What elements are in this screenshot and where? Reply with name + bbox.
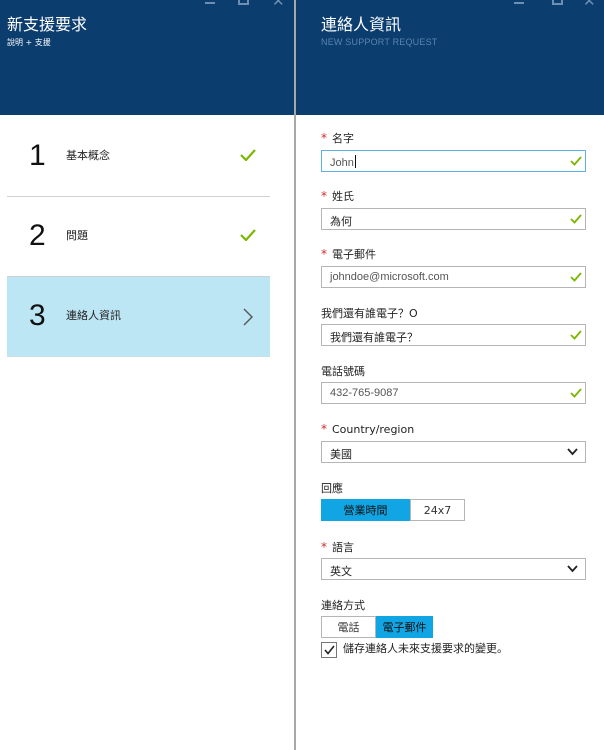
required-marker: * — [321, 247, 327, 261]
phone-label: 電話號碼 — [321, 365, 365, 378]
phone-value: 432-765-9087 — [330, 387, 399, 399]
maximize-icon[interactable] — [238, 0, 249, 5]
right-blade-title: 連絡人資訊 — [321, 15, 402, 34]
chevron-down-icon — [567, 565, 578, 573]
response-toggle: 營業時間 24x7 — [321, 499, 465, 521]
country-label: * Country/region — [321, 422, 415, 436]
required-marker: * — [321, 540, 327, 554]
step-contact-info[interactable]: 3 連絡人資訊 — [7, 277, 270, 357]
country-value: 美國 — [330, 449, 352, 461]
contact-option-phone[interactable]: 電話 — [321, 616, 376, 638]
step-label: 問題 — [66, 229, 88, 242]
save-contact-label: 儲存連絡人未來支援要求的變更。 — [343, 642, 508, 655]
step-label: 連絡人資訊 — [66, 309, 121, 322]
email-field[interactable]: johndoe@microsoft.com — [321, 266, 586, 288]
checkmark-icon — [240, 149, 256, 161]
contact-info-blade: 連絡人資訊 NEW SUPPORT REQUEST ✕ * 名字 John * 姓氏… — [296, 0, 604, 750]
country-select[interactable]: 美國 — [321, 441, 586, 463]
valid-check-icon — [570, 388, 582, 398]
left-blade-title: 新支援要求 — [7, 15, 88, 34]
save-contact-checkbox[interactable] — [321, 642, 337, 658]
step-number: 1 — [29, 139, 46, 172]
right-blade-subtitle: NEW SUPPORT REQUEST — [321, 37, 438, 47]
additional-email-value: 我們還有誰電子？ — [330, 332, 418, 344]
language-label: * 語言 — [321, 540, 354, 554]
step-label: 基本概念 — [66, 149, 110, 162]
valid-check-icon — [570, 214, 582, 224]
last-name-field[interactable]: 為何 — [321, 208, 586, 230]
required-marker: * — [321, 131, 327, 145]
contact-option-email[interactable]: 電子郵件 — [376, 616, 433, 638]
minimize-icon[interactable] — [205, 2, 215, 4]
additional-email-field[interactable]: 我們還有誰電子？ — [321, 324, 586, 346]
first-name-label: * 名字 — [321, 131, 354, 145]
response-label: 回應 — [321, 482, 343, 495]
required-marker: * — [321, 189, 327, 203]
response-option-24x7[interactable]: 24x7 — [410, 499, 465, 521]
valid-check-icon — [570, 156, 582, 166]
close-icon[interactable]: ✕ — [583, 0, 596, 9]
contact-method-toggle: 電話 電子郵件 — [321, 616, 433, 638]
language-value: 英文 — [330, 566, 352, 578]
minimize-icon[interactable] — [514, 2, 524, 4]
email-value: johndoe@microsoft.com — [330, 271, 449, 283]
email-label: * 電子郵件 — [321, 247, 376, 261]
left-blade-subtitle: 說明 + 支援 — [7, 38, 51, 47]
step-number: 3 — [29, 299, 46, 332]
additional-email-label: 我們還有誰電子？O — [321, 307, 418, 320]
step-basics[interactable]: 1 基本概念 — [7, 117, 270, 197]
valid-check-icon — [570, 330, 582, 340]
maximize-icon[interactable] — [552, 0, 563, 5]
wizard-steps-blade: 新支援要求 說明 + 支援 ✕ 1 基本概念 2 問題 3 連絡人資訊 — [0, 0, 295, 750]
last-name-label: * 姓氏 — [321, 189, 354, 203]
first-name-field[interactable]: John — [321, 150, 586, 172]
contact-method-label: 連絡方式 — [321, 599, 365, 612]
checkmark-icon — [240, 229, 256, 241]
response-option-business-hours[interactable]: 營業時間 — [321, 499, 410, 521]
step-problem[interactable]: 2 問題 — [7, 197, 270, 277]
valid-check-icon — [570, 272, 582, 282]
chevron-down-icon — [567, 448, 578, 456]
checkbox-check-icon — [324, 645, 335, 655]
chevron-right-icon — [243, 308, 253, 326]
step-number: 2 — [29, 219, 46, 252]
last-name-value: 為何 — [330, 216, 352, 228]
left-blade-header: 新支援要求 說明 + 支援 ✕ — [0, 0, 295, 115]
required-marker: * — [321, 422, 327, 436]
language-select[interactable]: 英文 — [321, 558, 586, 580]
phone-field[interactable]: 432-765-9087 — [321, 382, 586, 404]
right-blade-header: 連絡人資訊 NEW SUPPORT REQUEST ✕ — [296, 0, 604, 115]
close-icon[interactable]: ✕ — [272, 0, 285, 9]
first-name-value: John — [330, 155, 356, 169]
